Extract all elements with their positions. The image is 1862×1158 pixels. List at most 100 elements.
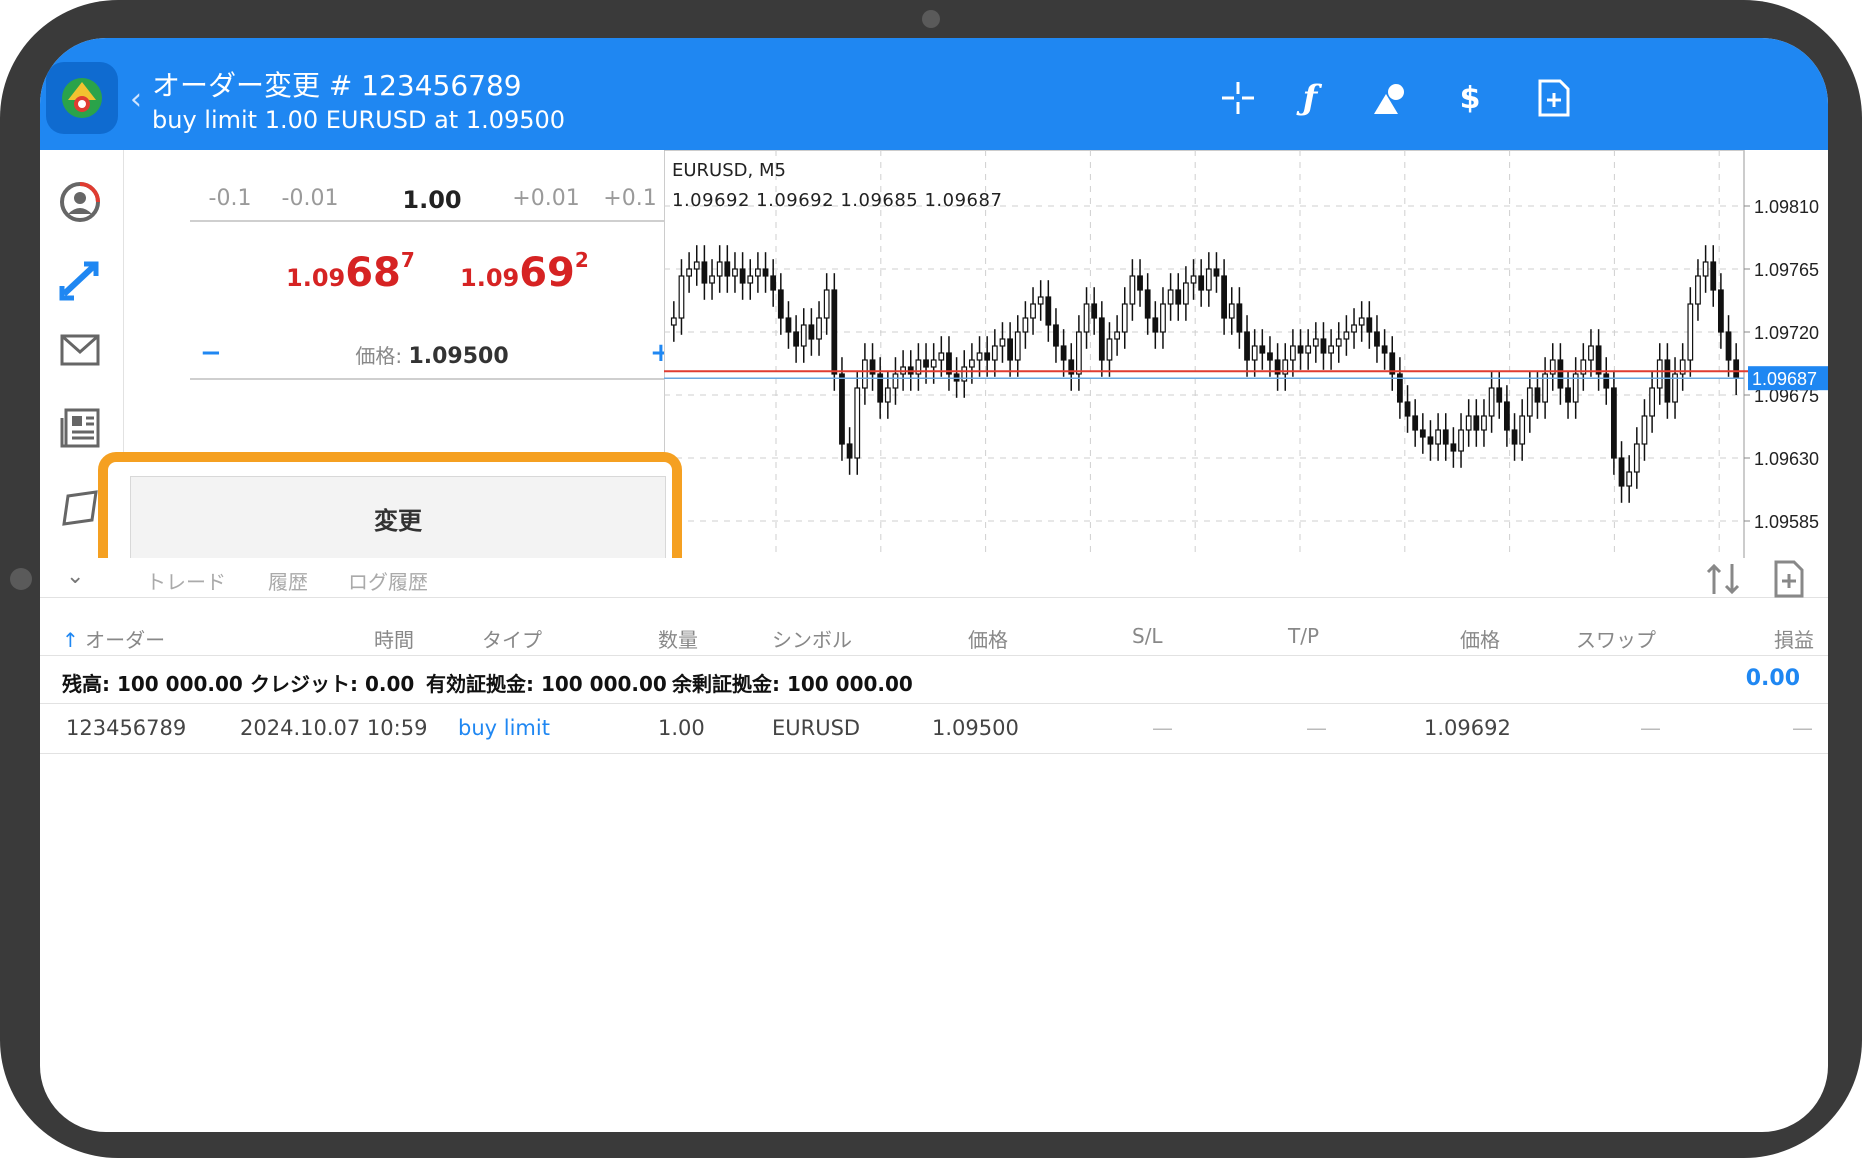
candle-body: [777, 289, 784, 319]
candle-body: [1198, 275, 1205, 291]
col-swap[interactable]: スワップ: [1576, 624, 1656, 653]
cell-time: 2024.10.07 10:59: [240, 716, 428, 740]
candle-body: [1335, 338, 1342, 347]
y-tick-label: 1.09585: [1754, 512, 1819, 532]
candle-body: [1565, 387, 1571, 403]
device: ‹ オーダー変更 # 123456789 buy limit 1.00 EURU…: [0, 0, 1862, 1158]
tab-history[interactable]: 履歴: [268, 566, 308, 595]
candle-body: [1228, 303, 1235, 319]
candle-body: [793, 331, 799, 347]
candle-body: [1473, 415, 1480, 431]
modify-button[interactable]: 変更: [130, 476, 666, 560]
candle-body: [846, 443, 853, 459]
journal-icon[interactable]: [58, 486, 102, 530]
candle-body: [999, 338, 1006, 347]
candle-body: [1404, 401, 1411, 417]
col-price[interactable]: 価格: [968, 624, 1008, 653]
table-row[interactable]: 123456789 2024.10.07 10:59 buy limit 1.0…: [40, 704, 1828, 754]
trade-button[interactable]: $: [1450, 78, 1490, 118]
indicators-button[interactable]: ƒ: [1290, 78, 1330, 118]
candle-body: [808, 324, 815, 340]
candle-body: [1358, 317, 1365, 326]
candle-body: [969, 359, 975, 368]
col-time[interactable]: 時間: [374, 624, 414, 653]
candle-body: [892, 373, 899, 389]
candle-body: [1182, 282, 1189, 305]
new-order-button[interactable]: [1534, 78, 1574, 118]
cell-volume: 1.00: [658, 716, 705, 740]
col-volume[interactable]: 数量: [658, 624, 698, 653]
crosshair-button[interactable]: [1218, 78, 1258, 118]
price-minus-button[interactable]: −: [200, 338, 222, 368]
col-type[interactable]: タイプ: [482, 624, 542, 653]
candle-body: [1259, 345, 1266, 354]
function-icon: ƒ: [1302, 78, 1318, 118]
candle-body: [800, 324, 807, 347]
candle-body: [785, 317, 792, 333]
candle-body: [1045, 296, 1052, 326]
credit-text: クレジット: 0.00: [250, 672, 415, 696]
new-order-doc-icon[interactable]: [1770, 560, 1808, 598]
col-sl[interactable]: S/L: [1132, 624, 1163, 648]
candle-body: [1687, 303, 1694, 361]
candle-body: [1725, 331, 1732, 361]
candle-body: [739, 268, 746, 284]
volume-minus-0-1-button[interactable]: -0.1: [190, 186, 270, 211]
candle-body: [732, 268, 738, 277]
candle-body: [1137, 275, 1143, 291]
candle-body: [1098, 317, 1105, 361]
quotes-icon[interactable]: [58, 180, 102, 224]
candle-body: [670, 317, 677, 326]
y-tick-label: 1.09810: [1754, 197, 1819, 217]
candle-body: [1129, 275, 1136, 305]
volume-value[interactable]: 1.00: [392, 186, 472, 214]
chevron-down-icon[interactable]: ⌄: [66, 564, 84, 589]
col-tp[interactable]: T/P: [1288, 624, 1319, 648]
candle-body: [1366, 317, 1373, 333]
metatrader-logo-icon[interactable]: [46, 62, 118, 134]
sort-icon[interactable]: [1704, 560, 1742, 598]
col-symbol[interactable]: シンボル: [772, 624, 852, 653]
trade-arrows-icon[interactable]: [58, 258, 102, 302]
candle-body: [724, 261, 731, 277]
candle-body: [1503, 401, 1510, 431]
candle-body: [1060, 345, 1067, 361]
news-icon[interactable]: [58, 406, 102, 450]
candle-body: [1083, 303, 1090, 333]
cell-tp: —: [1306, 716, 1327, 740]
candle-body: [1144, 289, 1151, 319]
candle-body: [1633, 443, 1640, 473]
cell-sl: —: [1152, 716, 1173, 740]
col-current-price[interactable]: 価格: [1460, 624, 1500, 653]
shapes-icon: [1374, 84, 1404, 114]
price-field[interactable]: 価格: 1.09500: [190, 340, 674, 369]
volume-plus-0-01-button[interactable]: +0.01: [506, 186, 586, 211]
candle-body: [686, 268, 692, 277]
tab-trade[interactable]: トレード: [146, 566, 226, 595]
candle-body: [1626, 471, 1633, 487]
ask-price: 1.09692: [460, 248, 589, 296]
mail-icon[interactable]: [58, 328, 102, 372]
back-chevron-icon[interactable]: ‹: [130, 82, 142, 117]
candle-body: [678, 275, 685, 319]
orders-table-header: ↑ オーダー 時間 タイプ 数量 シンボル 価格 S/L T/P 価格 スワップ…: [40, 618, 1828, 656]
y-tick-label: 1.09630: [1754, 449, 1819, 469]
candle-body: [693, 261, 700, 270]
current-price-label: 1.09687: [1752, 369, 1817, 389]
candle-body: [1656, 359, 1663, 389]
price-chart[interactable]: 1.09810 1.09765 1.09720 1.09675 1.09630 1.095…: [664, 150, 1828, 596]
volume-plus-0-1-button[interactable]: +0.1: [590, 186, 670, 211]
candle-body: [884, 387, 891, 403]
volume-minus-0-01-button[interactable]: -0.01: [270, 186, 350, 211]
col-profit[interactable]: 損益: [1774, 624, 1814, 653]
candle-body: [1343, 331, 1350, 340]
candle-body: [1289, 345, 1296, 361]
col-order[interactable]: ↑ オーダー: [62, 624, 165, 653]
candle-body: [1175, 289, 1182, 305]
candle-body: [1007, 338, 1014, 361]
tab-journal[interactable]: ログ履歴: [348, 566, 428, 595]
y-tick-label: 1.09720: [1754, 323, 1819, 343]
candle-body: [1305, 345, 1312, 354]
candle-body: [1419, 429, 1426, 438]
objects-button[interactable]: [1370, 78, 1410, 118]
